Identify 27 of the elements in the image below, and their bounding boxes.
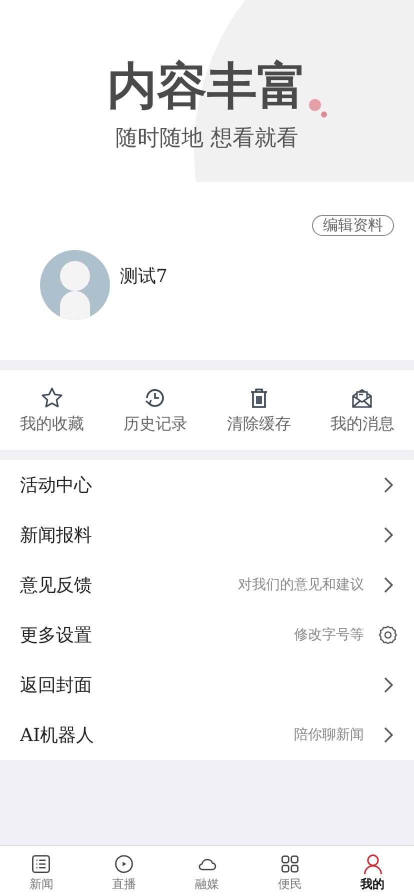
- quick-action[interactable]: 我的收藏: [0, 370, 104, 450]
- tab[interactable]: 我的: [331, 846, 414, 896]
- mail-icon: [350, 386, 374, 410]
- menu-item[interactable]: 意见反馈 对我们的意见和建议: [0, 560, 414, 610]
- play-icon: [113, 853, 136, 875]
- tab[interactable]: 新闻: [0, 846, 83, 896]
- grid-icon: [278, 853, 301, 875]
- star-icon: [40, 386, 64, 410]
- menu-item[interactable]: 返回封面: [0, 660, 414, 710]
- username: 测试7: [120, 265, 168, 288]
- edit-profile-button[interactable]: 编辑资料: [312, 215, 394, 236]
- tab[interactable]: 直播: [82, 846, 166, 896]
- menu-item[interactable]: 更多设置 修改字号等: [0, 610, 414, 660]
- menu-item[interactable]: AI机器人 陪你聊新闻: [0, 710, 414, 760]
- settings-icon: [378, 625, 398, 645]
- menu-item[interactable]: 活动中心: [0, 460, 414, 510]
- banner-subtitle: 随时随地 想看就看: [116, 125, 298, 153]
- quick-action[interactable]: 历史记录: [104, 370, 207, 450]
- list-icon: [30, 853, 52, 875]
- tab[interactable]: 融媒: [166, 846, 248, 896]
- quick-action[interactable]: 清除缓存: [207, 370, 310, 450]
- banner-title: 内容丰富: [107, 56, 307, 116]
- person-icon: [362, 853, 384, 875]
- tab[interactable]: 便民: [248, 846, 332, 896]
- dots-drawing: [309, 98, 327, 118]
- menu-item[interactable]: 新闻报料: [0, 510, 414, 560]
- quick-action[interactable]: 我的消息: [310, 370, 414, 450]
